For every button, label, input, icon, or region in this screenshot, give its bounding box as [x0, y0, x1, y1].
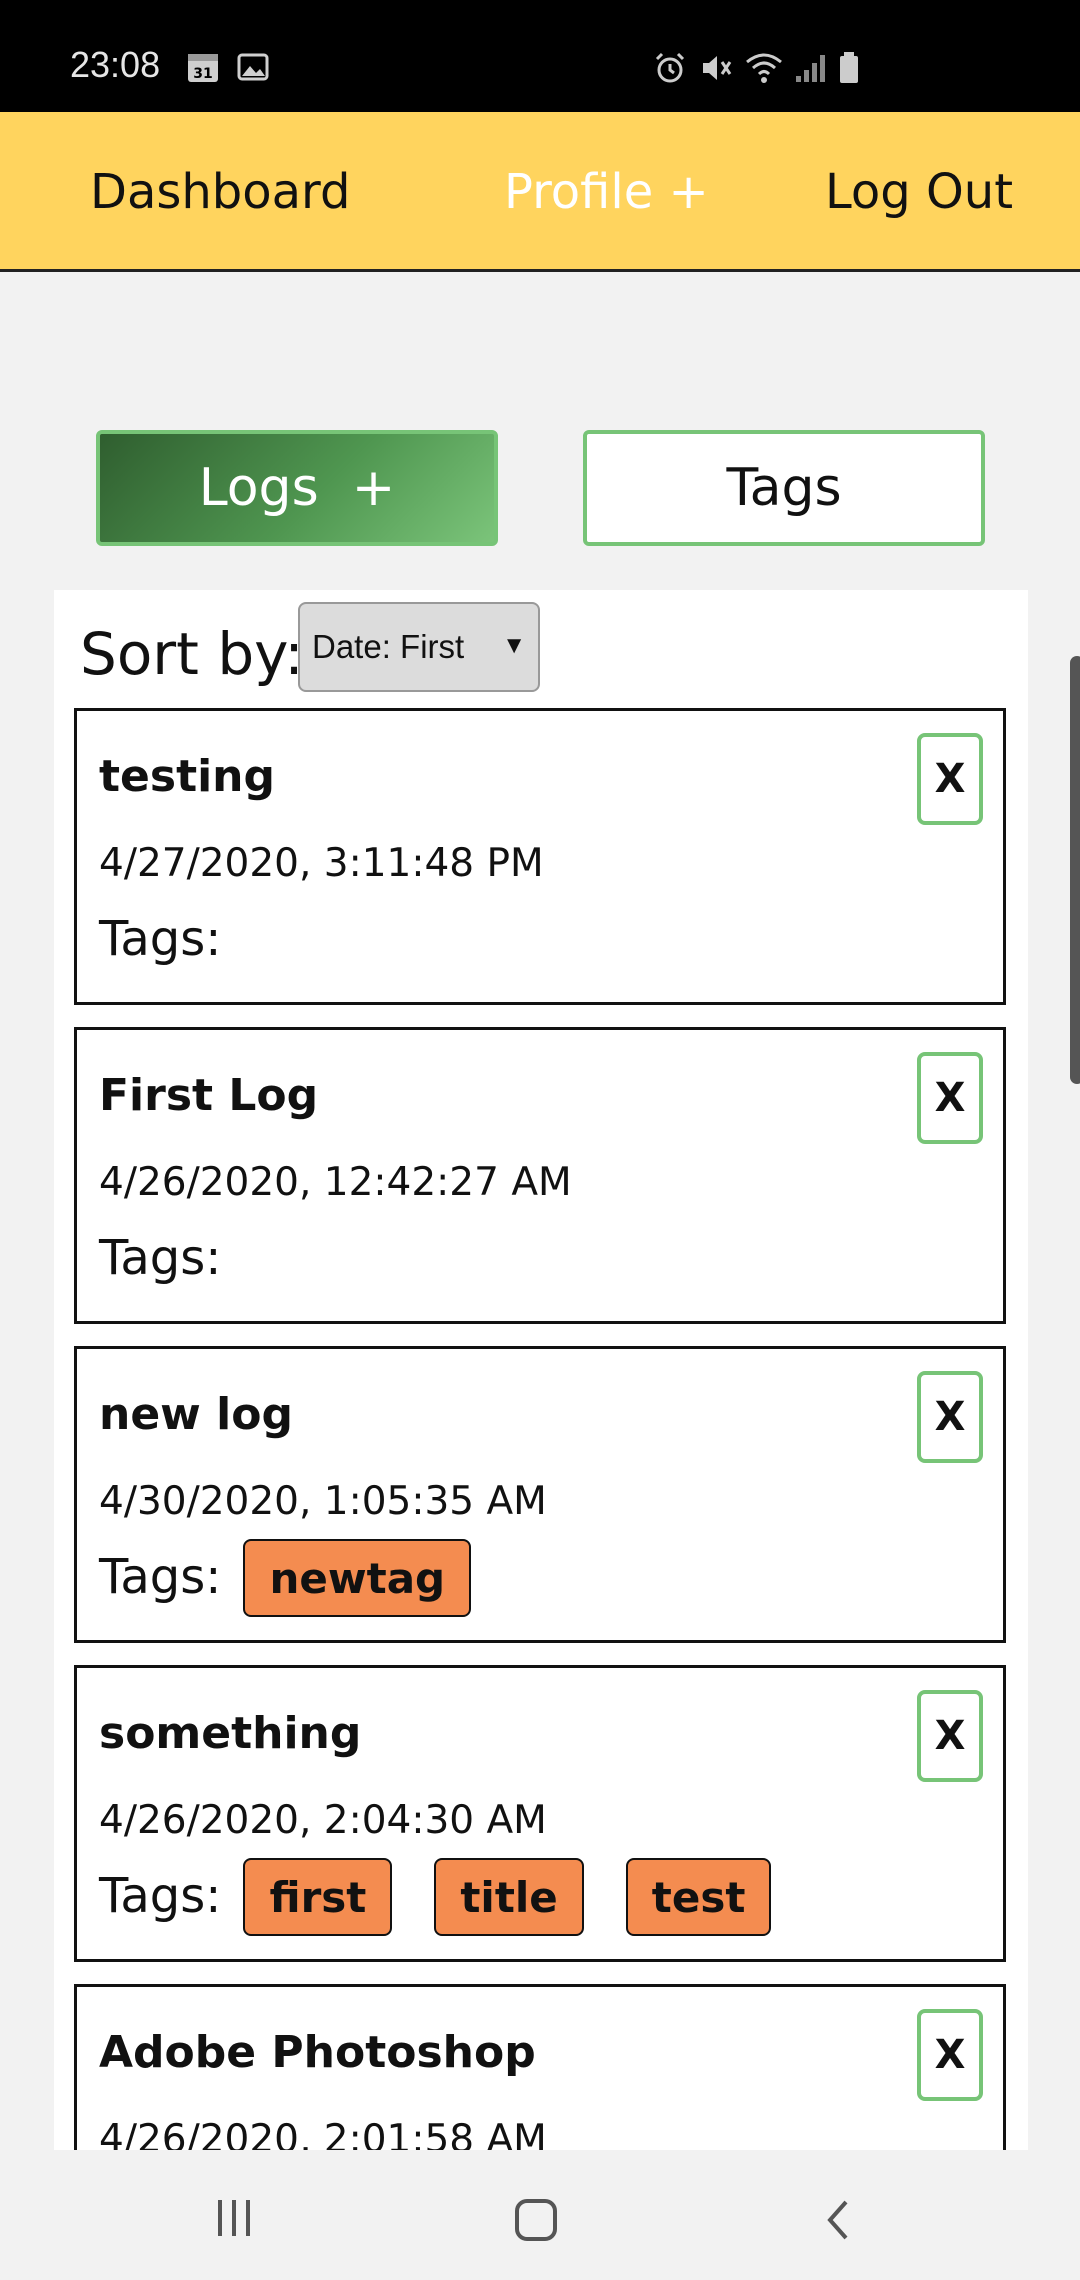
signal-icon	[794, 50, 828, 90]
log-card[interactable]: Adobe Photoshop4/26/2020, 2:01:58 AMTags…	[74, 1984, 1006, 2150]
image-icon	[236, 50, 270, 88]
delete-log-button[interactable]: X	[917, 1052, 983, 1144]
status-icons	[652, 50, 860, 90]
tags-label: Tags:	[99, 1230, 222, 1286]
delete-log-button[interactable]: X	[917, 733, 983, 825]
log-title: First Log	[99, 1070, 319, 1121]
tags-tab-button[interactable]: Tags	[583, 430, 985, 546]
log-title: Adobe Photoshop	[99, 2027, 536, 2078]
top-nav: Dashboard Profile + Log Out	[0, 112, 1080, 272]
log-date: 4/27/2020, 3:11:48 PM	[99, 841, 544, 886]
nav-dashboard-link[interactable]: Dashboard	[90, 164, 350, 220]
log-date: 4/26/2020, 12:42:27 AM	[99, 1160, 572, 1205]
log-date: 4/26/2020, 2:01:58 AM	[99, 2117, 547, 2150]
alarm-icon	[652, 50, 688, 90]
sort-selected-value: Date: First	[312, 628, 465, 665]
log-title: testing	[99, 751, 275, 802]
tag-chip[interactable]: test	[625, 1858, 772, 1936]
log-card[interactable]: something 4/26/2020, 2:04:30 AM Tags: first…	[74, 1665, 1006, 1962]
nav-logout-link[interactable]: Log Out	[825, 164, 1013, 220]
delete-log-button[interactable]: X	[917, 2009, 983, 2101]
log-title: new log	[99, 1389, 293, 1440]
sort-select[interactable]: Date: First ▼	[298, 602, 540, 692]
calendar-day: 31	[193, 66, 212, 82]
log-card[interactable]: First Log 4/26/2020, 12:42:27 AM Tags: X	[74, 1027, 1006, 1324]
log-card[interactable]: new log 4/30/2020, 1:05:35 AM Tags: newtag X	[74, 1346, 1006, 1643]
sort-label: Sort by:	[80, 620, 304, 688]
log-tags-row: Tags:	[99, 901, 243, 967]
log-title: something	[99, 1708, 362, 1759]
recents-icon[interactable]	[212, 2196, 256, 2244]
scrollbar[interactable]	[1070, 656, 1080, 1084]
back-icon[interactable]	[818, 2196, 858, 2248]
log-tags-row: Tags:	[99, 1220, 243, 1286]
system-nav-bar	[0, 2152, 1080, 2280]
logs-panel: Sort by: Date: First ▼ testing 4/27/2020,…	[54, 590, 1028, 2150]
tags-label: Tags:	[99, 1868, 222, 1924]
wifi-icon	[744, 50, 784, 90]
log-date: 4/26/2020, 2:04:30 AM	[99, 1798, 547, 1843]
delete-log-button[interactable]: X	[917, 1371, 983, 1463]
tags-label: Tags:	[99, 911, 222, 967]
log-tags-row: Tags: newtag	[99, 1539, 513, 1617]
tags-label: Tags:	[99, 1549, 222, 1605]
home-icon[interactable]	[512, 2196, 560, 2248]
log-tags-row: Tags: first title test	[99, 1858, 813, 1936]
status-time: 23:08	[70, 44, 161, 85]
log-card[interactable]: testing 4/27/2020, 3:11:48 PM Tags: X	[74, 708, 1006, 1005]
tag-chip[interactable]: newtag	[243, 1539, 472, 1617]
tag-chip[interactable]: first	[243, 1858, 393, 1936]
nav-profile-link[interactable]: Profile +	[504, 164, 709, 220]
mute-icon	[698, 50, 734, 90]
dropdown-arrow-icon: ▼	[502, 632, 526, 659]
logs-tab-button[interactable]: Logs +	[96, 430, 498, 546]
status-bar: 23:08 31	[0, 0, 1080, 112]
tag-chip[interactable]: title	[434, 1858, 584, 1936]
calendar-icon: 31	[186, 50, 220, 88]
log-date: 4/30/2020, 1:05:35 AM	[99, 1479, 547, 1524]
battery-icon	[838, 50, 860, 90]
delete-log-button[interactable]: X	[917, 1690, 983, 1782]
